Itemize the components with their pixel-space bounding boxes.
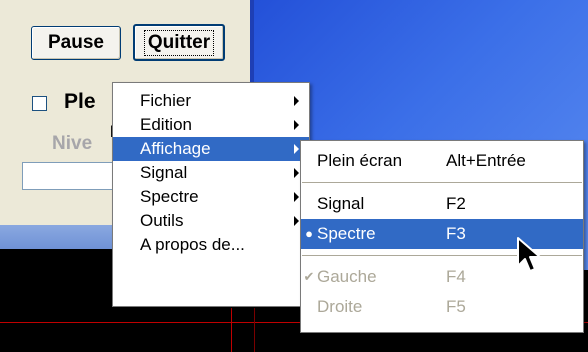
submenu-item-plein-ecran[interactable]: Plein écran Alt+Entrée [301, 146, 583, 176]
menu-item-label: Signal [140, 163, 188, 182]
quit-button[interactable]: Quitter [133, 24, 225, 61]
submenu-item-label: Signal [317, 194, 365, 213]
menu-item-signal[interactable]: Signal [113, 161, 309, 185]
submenu-arrow-icon [294, 216, 299, 226]
pause-button[interactable]: Pause [31, 26, 121, 60]
submenu-arrow-icon [294, 144, 299, 154]
shortcut-label: F5 [446, 297, 466, 316]
submenu-item-label: Plein écran [317, 151, 403, 170]
trace-vertical-line-dim [254, 308, 255, 352]
menu-item-label: Outils [140, 211, 184, 230]
menu-item-affichage[interactable]: Affichage [113, 137, 309, 161]
menu-item-a-propos[interactable]: A propos de... [113, 233, 309, 257]
submenu-item-droite: Droite F5 [301, 292, 583, 322]
submenu-item-label: Gauche [317, 267, 377, 286]
fullscreen-checkbox-label: Ple [64, 90, 96, 113]
menu-item-outils[interactable]: Outils [113, 209, 309, 233]
shortcut-label: F3 [446, 224, 466, 243]
quit-button-label: Quitter [143, 29, 215, 56]
submenu-arrow-icon [294, 96, 299, 106]
shortcut-label: F4 [446, 267, 466, 286]
submenu-arrow-icon [294, 192, 299, 202]
menu-separator [302, 182, 582, 183]
menu-item-label: Fichier [140, 91, 192, 110]
menu-item-label: Spectre [140, 187, 199, 206]
level-input[interactable] [22, 162, 122, 190]
shortcut-label: F2 [446, 194, 466, 213]
submenu-item-label: Droite [317, 297, 363, 316]
menu-item-fichier[interactable]: Fichier [113, 89, 309, 113]
context-menu: Fichier Edition Affichage Signal Spectre… [112, 82, 310, 307]
submenu-item-signal[interactable]: Signal F2 [301, 189, 583, 219]
trace-vertical-line [231, 308, 232, 352]
menu-item-label: Affichage [140, 139, 211, 158]
mouse-pointer-icon [517, 237, 541, 272]
radio-bullet-icon: ● [305, 226, 313, 241]
shortcut-label: Alt+Entrée [446, 151, 526, 170]
menu-item-edition[interactable]: Edition [113, 113, 309, 137]
submenu-item-label: Spectre [317, 224, 376, 243]
fullscreen-checkbox[interactable] [32, 96, 47, 111]
submenu-arrow-icon [294, 168, 299, 178]
menu-item-label: A propos de... [140, 235, 245, 254]
submenu-arrow-icon [294, 120, 299, 130]
level-label: Nive [52, 133, 93, 154]
menu-item-spectre[interactable]: Spectre [113, 185, 309, 209]
checkmark-icon: ✔ [303, 269, 315, 284]
menu-item-label: Edition [140, 115, 192, 134]
